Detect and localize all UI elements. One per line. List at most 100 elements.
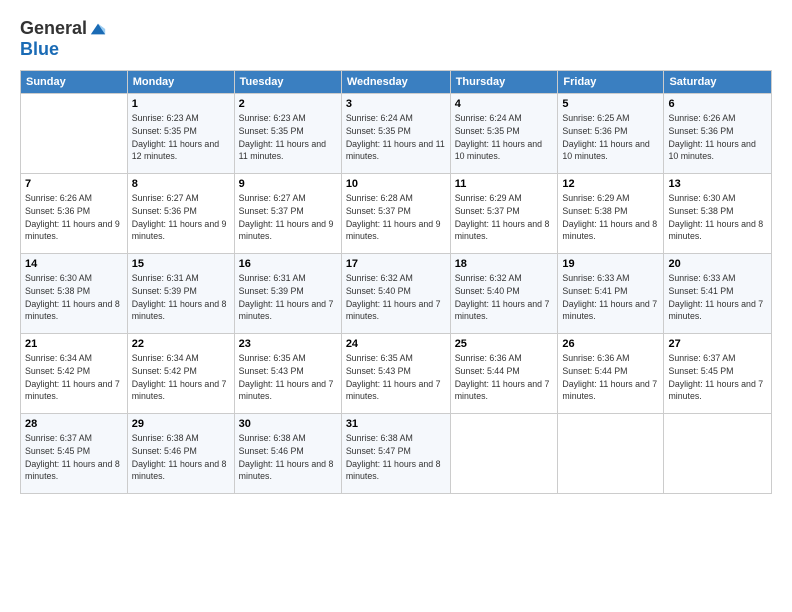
calendar-cell: 8Sunrise: 6:27 AMSunset: 5:36 PMDaylight… xyxy=(127,174,234,254)
calendar-cell xyxy=(664,414,772,494)
calendar-cell: 1Sunrise: 6:23 AMSunset: 5:35 PMDaylight… xyxy=(127,94,234,174)
day-info: Sunrise: 6:35 AMSunset: 5:43 PMDaylight:… xyxy=(239,352,337,403)
logo-general-text: General xyxy=(20,18,87,39)
col-header-friday: Friday xyxy=(558,71,664,94)
day-info: Sunrise: 6:23 AMSunset: 5:35 PMDaylight:… xyxy=(239,112,337,163)
day-number: 7 xyxy=(25,178,123,190)
day-number: 27 xyxy=(668,338,767,350)
calendar-cell: 31 Sunrise: 6:38 AMSunset: 5:47 PMDayligh… xyxy=(341,414,450,494)
calendar-cell: 22Sunrise: 6:34 AMSunset: 5:42 PMDayligh… xyxy=(127,334,234,414)
calendar-cell: 3 Sunrise: 6:24 AMSunset: 5:35 PMDaylight… xyxy=(341,94,450,174)
calendar-cell: 20 Sunrise: 6:33 AMSunset: 5:41 PMDayligh… xyxy=(664,254,772,334)
day-info: Sunrise: 6:32 AMSunset: 5:40 PMDaylight:… xyxy=(346,272,446,323)
day-info: Sunrise: 6:34 AMSunset: 5:42 PMDaylight:… xyxy=(25,352,123,403)
col-header-wednesday: Wednesday xyxy=(341,71,450,94)
calendar-table: SundayMondayTuesdayWednesdayThursdayFrid… xyxy=(20,70,772,494)
calendar-cell: 9Sunrise: 6:27 AMSunset: 5:37 PMDaylight… xyxy=(234,174,341,254)
page: General Blue SundayMondayTuesdayWednesda… xyxy=(0,0,792,612)
day-info: Sunrise: 6:32 AMSunset: 5:40 PMDaylight:… xyxy=(455,272,554,323)
day-info: Sunrise: 6:31 AMSunset: 5:39 PMDaylight:… xyxy=(132,272,230,323)
calendar-cell: 29 Sunrise: 6:38 AMSunset: 5:46 PMDayligh… xyxy=(127,414,234,494)
day-info: Sunrise: 6:24 AMSunset: 5:35 PMDaylight:… xyxy=(346,112,446,163)
calendar-cell: 17 Sunrise: 6:32 AMSunset: 5:40 PMDayligh… xyxy=(341,254,450,334)
calendar-cell: 18Sunrise: 6:32 AMSunset: 5:40 PMDayligh… xyxy=(450,254,558,334)
calendar-cell: 27 Sunrise: 6:37 AMSunset: 5:45 PMDayligh… xyxy=(664,334,772,414)
day-info: Sunrise: 6:38 AMSunset: 5:46 PMDaylight:… xyxy=(239,432,337,483)
day-info: Sunrise: 6:35 AMSunset: 5:43 PMDaylight:… xyxy=(346,352,446,403)
day-number: 28 xyxy=(25,418,123,430)
calendar-cell: 6 Sunrise: 6:26 AMSunset: 5:36 PMDaylight… xyxy=(664,94,772,174)
day-number: 2 xyxy=(239,98,337,110)
calendar-cell xyxy=(558,414,664,494)
day-info: Sunrise: 6:26 AMSunset: 5:36 PMDaylight:… xyxy=(668,112,767,163)
day-number: 16 xyxy=(239,258,337,270)
col-header-monday: Monday xyxy=(127,71,234,94)
day-number: 10 xyxy=(346,178,446,190)
day-info: Sunrise: 6:33 AMSunset: 5:41 PMDaylight:… xyxy=(668,272,767,323)
calendar-cell: 19Sunrise: 6:33 AMSunset: 5:41 PMDayligh… xyxy=(558,254,664,334)
logo: General Blue xyxy=(20,18,107,60)
day-number: 12 xyxy=(562,178,659,190)
day-number: 15 xyxy=(132,258,230,270)
calendar-cell: 11 Sunrise: 6:29 AMSunset: 5:37 PMDayligh… xyxy=(450,174,558,254)
day-info: Sunrise: 6:38 AMSunset: 5:47 PMDaylight:… xyxy=(346,432,446,483)
day-info: Sunrise: 6:38 AMSunset: 5:46 PMDaylight:… xyxy=(132,432,230,483)
col-header-saturday: Saturday xyxy=(664,71,772,94)
day-number: 25 xyxy=(455,338,554,350)
day-info: Sunrise: 6:28 AMSunset: 5:37 PMDaylight:… xyxy=(346,192,446,243)
day-number: 26 xyxy=(562,338,659,350)
calendar-cell: 12 Sunrise: 6:29 AMSunset: 5:38 PMDayligh… xyxy=(558,174,664,254)
day-number: 21 xyxy=(25,338,123,350)
day-info: Sunrise: 6:36 AMSunset: 5:44 PMDaylight:… xyxy=(455,352,554,403)
day-number: 17 xyxy=(346,258,446,270)
calendar-cell: 23Sunrise: 6:35 AMSunset: 5:43 PMDayligh… xyxy=(234,334,341,414)
calendar-cell: 28 Sunrise: 6:37 AMSunset: 5:45 PMDayligh… xyxy=(21,414,128,494)
calendar-cell: 7 Sunrise: 6:26 AMSunset: 5:36 PMDaylight… xyxy=(21,174,128,254)
col-header-thursday: Thursday xyxy=(450,71,558,94)
calendar-cell: 5Sunrise: 6:25 AMSunset: 5:36 PMDaylight… xyxy=(558,94,664,174)
calendar-cell: 13 Sunrise: 6:30 AMSunset: 5:38 PMDayligh… xyxy=(664,174,772,254)
day-number: 4 xyxy=(455,98,554,110)
day-number: 5 xyxy=(562,98,659,110)
calendar-cell: 21 Sunrise: 6:34 AMSunset: 5:42 PMDayligh… xyxy=(21,334,128,414)
day-number: 6 xyxy=(668,98,767,110)
calendar-cell: 14 Sunrise: 6:30 AMSunset: 5:38 PMDayligh… xyxy=(21,254,128,334)
day-number: 13 xyxy=(668,178,767,190)
calendar-cell xyxy=(21,94,128,174)
header: General Blue xyxy=(20,18,772,60)
calendar-cell: 25 Sunrise: 6:36 AMSunset: 5:44 PMDayligh… xyxy=(450,334,558,414)
day-number: 20 xyxy=(668,258,767,270)
day-info: Sunrise: 6:30 AMSunset: 5:38 PMDaylight:… xyxy=(668,192,767,243)
day-number: 11 xyxy=(455,178,554,190)
day-number: 19 xyxy=(562,258,659,270)
day-number: 29 xyxy=(132,418,230,430)
day-info: Sunrise: 6:31 AMSunset: 5:39 PMDaylight:… xyxy=(239,272,337,323)
col-header-tuesday: Tuesday xyxy=(234,71,341,94)
day-number: 8 xyxy=(132,178,230,190)
day-info: Sunrise: 6:30 AMSunset: 5:38 PMDaylight:… xyxy=(25,272,123,323)
day-info: Sunrise: 6:36 AMSunset: 5:44 PMDaylight:… xyxy=(562,352,659,403)
calendar-cell: 16 Sunrise: 6:31 AMSunset: 5:39 PMDayligh… xyxy=(234,254,341,334)
calendar-week-5: 28 Sunrise: 6:37 AMSunset: 5:45 PMDayligh… xyxy=(21,414,772,494)
calendar-cell: 30Sunrise: 6:38 AMSunset: 5:46 PMDayligh… xyxy=(234,414,341,494)
day-number: 9 xyxy=(239,178,337,190)
day-info: Sunrise: 6:26 AMSunset: 5:36 PMDaylight:… xyxy=(25,192,123,243)
day-info: Sunrise: 6:37 AMSunset: 5:45 PMDaylight:… xyxy=(668,352,767,403)
calendar-cell: 24 Sunrise: 6:35 AMSunset: 5:43 PMDayligh… xyxy=(341,334,450,414)
day-number: 31 xyxy=(346,418,446,430)
day-info: Sunrise: 6:29 AMSunset: 5:37 PMDaylight:… xyxy=(455,192,554,243)
day-number: 14 xyxy=(25,258,123,270)
day-info: Sunrise: 6:29 AMSunset: 5:38 PMDaylight:… xyxy=(562,192,659,243)
calendar-cell: 4 Sunrise: 6:24 AMSunset: 5:35 PMDaylight… xyxy=(450,94,558,174)
day-number: 22 xyxy=(132,338,230,350)
day-number: 3 xyxy=(346,98,446,110)
logo-icon xyxy=(89,20,107,38)
day-number: 24 xyxy=(346,338,446,350)
day-info: Sunrise: 6:37 AMSunset: 5:45 PMDaylight:… xyxy=(25,432,123,483)
day-info: Sunrise: 6:24 AMSunset: 5:35 PMDaylight:… xyxy=(455,112,554,163)
calendar-cell: 26 Sunrise: 6:36 AMSunset: 5:44 PMDayligh… xyxy=(558,334,664,414)
day-info: Sunrise: 6:23 AMSunset: 5:35 PMDaylight:… xyxy=(132,112,230,163)
logo-blue-text: Blue xyxy=(20,39,107,60)
calendar-cell xyxy=(450,414,558,494)
calendar-cell: 2 Sunrise: 6:23 AMSunset: 5:35 PMDaylight… xyxy=(234,94,341,174)
